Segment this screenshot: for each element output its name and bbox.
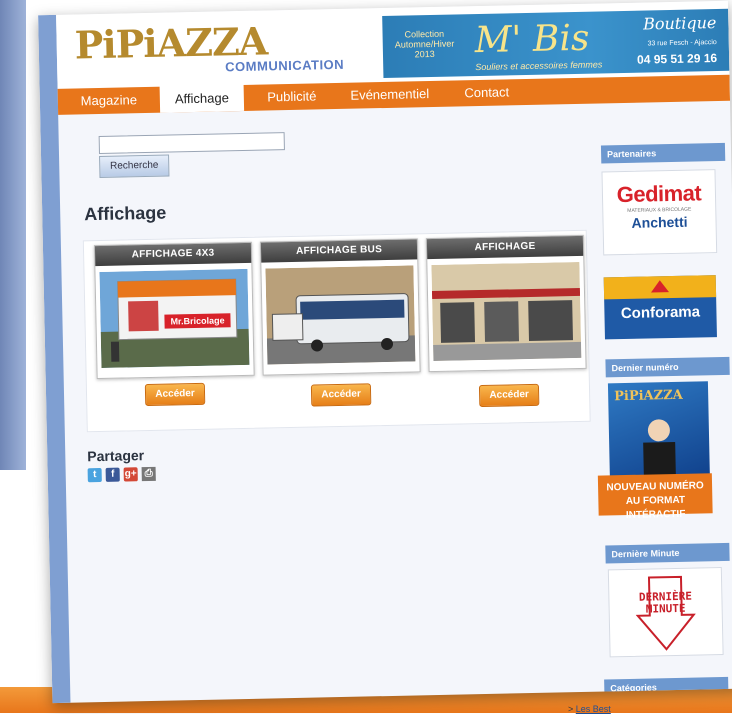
new-issue-ribbon[interactable]: NOUVEAU NUMÉRO AU FORMAT INTÉRACTIF (598, 473, 713, 515)
gedimat-logo-text: Gedimat (603, 180, 716, 208)
billboard-image: Mr.Bricolage (99, 269, 249, 368)
sidebar-heading-derniere-minute: Dernière Minute (605, 543, 729, 564)
card-affichage-4x3[interactable]: AFFICHAGE 4X3 Mr.Bricolage (94, 242, 255, 379)
cover-figure-image (629, 412, 690, 483)
derniere-minute-text: DERNIÈRE MINUTE (609, 590, 721, 616)
card-title: AFFICHAGE 4X3 (95, 243, 251, 266)
conforama-logo-text: Conforama (604, 303, 716, 322)
site-logo[interactable]: PiPiAZZA COMMUNICATION (74, 16, 375, 84)
card-title: AFFICHAGE BUS (261, 239, 417, 262)
nav-item-contact[interactable]: Contact (450, 79, 525, 107)
nav-item-affichage[interactable]: Affichage (160, 82, 245, 113)
magazine-cover-title: PiPiAZZA (614, 388, 683, 404)
banner-boutique: Boutique (643, 13, 717, 34)
acceder-button-bus[interactable]: Accéder (311, 383, 371, 406)
nav-item-publicite[interactable]: Publicité (254, 83, 331, 111)
background-blue-bar (0, 0, 26, 470)
partner-gedimat[interactable]: Gedimat MATERIAUX & BRICOLAGE Anchetti (601, 169, 717, 255)
last-issue-cover[interactable]: PiPiAZZA (608, 381, 710, 483)
storefront-image (431, 262, 581, 361)
bus-image (265, 265, 415, 364)
acceder-button-4x3[interactable]: Accéder (145, 383, 205, 406)
nav-item-evenementiel[interactable]: Evénementiel (338, 81, 443, 109)
display-cards-panel: AFFICHAGE 4X3 Mr.Bricolage Accéder AFFIC… (83, 230, 591, 433)
google-plus-icon[interactable]: g+ (124, 467, 138, 481)
banner-address: 33 rue Fesch - Ajaccio (647, 39, 716, 47)
search-button[interactable]: Recherche (99, 155, 169, 178)
acceder-button-bars[interactable]: Accéder (479, 384, 539, 407)
share-title: Partager (87, 447, 144, 464)
page-title: Affichage (84, 203, 166, 226)
banner-tagline: Souliers et accessoires femmes (475, 59, 602, 72)
nav-item-magazine[interactable]: Magazine (66, 87, 153, 115)
card-affichage-bus[interactable]: AFFICHAGE BUS (260, 238, 421, 375)
card-title: AFFICHAGE BARS/BOUTIQUES (427, 236, 583, 259)
logo-sub-text: COMMUNICATION (225, 57, 344, 74)
page-left-stripe (38, 15, 70, 703)
card-affichage-bars-boutiques[interactable]: AFFICHAGE BARS/BOUTIQUES (426, 235, 587, 372)
facebook-icon[interactable]: f (106, 468, 120, 482)
search-input[interactable] (99, 132, 285, 154)
twitter-icon[interactable]: t (88, 468, 102, 482)
print-icon[interactable]: ⎙ (142, 467, 156, 481)
gedimat-city: Anchetti (603, 213, 715, 231)
site-header: PiPiAZZA COMMUNICATION Collection Automn… (56, 1, 729, 89)
svg-text:Mr.Bricolage: Mr.Bricolage (170, 315, 224, 326)
derniere-minute-box[interactable]: DERNIÈRE MINUTE (608, 567, 724, 657)
banner-brand: M' Bis (474, 18, 589, 61)
partner-conforama[interactable]: Conforama (604, 275, 717, 339)
sidebar-heading-partenaires: Partenaires (601, 143, 725, 164)
website-page: PiPiAZZA COMMUNICATION Collection Automn… (38, 1, 732, 703)
banner-phone: 04 95 51 29 16 (637, 51, 717, 67)
house-icon (651, 280, 669, 292)
banner-collection: Collection Automne/Hiver 2013 (394, 29, 454, 60)
sidebar-heading-dernier-numero: Dernier numéro (605, 357, 729, 378)
advertising-banner[interactable]: Collection Automne/Hiver 2013 M' Bis Bou… (382, 9, 729, 78)
